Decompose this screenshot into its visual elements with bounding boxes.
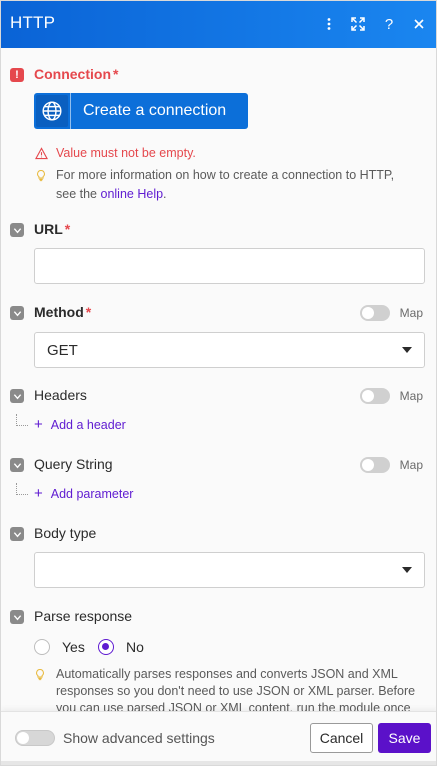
url-input[interactable] <box>34 248 425 284</box>
connection-error-message: Value must not be empty. <box>34 146 196 160</box>
plus-icon: + <box>34 485 43 502</box>
parse-response-collapse-icon[interactable] <box>10 610 24 624</box>
body-type-select[interactable] <box>34 552 425 588</box>
globe-icon <box>42 101 62 121</box>
add-header-button[interactable]: + Add a header <box>34 417 126 432</box>
map-toggle-switch[interactable] <box>359 457 390 473</box>
close-icon[interactable] <box>409 14 429 34</box>
horizontal-scrollbar[interactable] <box>1 761 436 765</box>
headers-collapse-icon[interactable] <box>10 389 24 403</box>
advanced-toggle-switch[interactable] <box>15 730 55 746</box>
query-string-collapse-icon[interactable] <box>10 458 24 472</box>
module-settings-panel: HTTP ? ! Connection * Create a connection <box>0 0 437 766</box>
method-label: Method * <box>34 304 92 320</box>
more-vertical-icon[interactable] <box>319 14 339 34</box>
radio-yes[interactable]: Yes <box>34 639 85 655</box>
plus-icon: + <box>34 416 43 433</box>
connection-hint: For more information on how to create a … <box>34 166 414 204</box>
lightbulb-icon <box>34 666 48 712</box>
map-toggle-switch[interactable] <box>359 388 390 404</box>
tree-connector <box>16 414 28 426</box>
body-type-label: Body type <box>34 525 97 541</box>
method-collapse-icon[interactable] <box>10 306 24 320</box>
create-connection-button[interactable]: Create a connection <box>34 93 248 129</box>
url-label: URL * <box>34 221 71 237</box>
panel-title: HTTP <box>10 13 56 32</box>
error-indicator-icon: ! <box>10 68 24 82</box>
globe-icon-box <box>34 93 71 129</box>
save-button[interactable]: Save <box>378 723 431 753</box>
dropdown-caret-icon <box>402 567 412 573</box>
advanced-settings-toggle[interactable]: Show advanced settings <box>15 730 215 746</box>
dropdown-caret-icon <box>402 347 412 353</box>
expand-icon[interactable] <box>348 14 368 34</box>
radio-circle-selected[interactable] <box>98 639 114 655</box>
lightbulb-icon <box>34 168 48 182</box>
create-connection-label: Create a connection <box>83 102 227 119</box>
add-parameter-button[interactable]: + Add parameter <box>34 486 133 501</box>
map-toggle-switch[interactable] <box>359 305 390 321</box>
parse-response-description: Automatically parses responses and conve… <box>34 666 424 712</box>
body-type-collapse-icon[interactable] <box>10 527 24 541</box>
cancel-button[interactable]: Cancel <box>310 723 373 753</box>
headers-label: Headers <box>34 387 87 403</box>
parse-response-label: Parse response <box>34 608 133 624</box>
warning-icon <box>34 146 48 160</box>
help-icon[interactable]: ? <box>379 14 399 34</box>
query-string-label: Query String <box>34 456 113 472</box>
radio-no[interactable]: No <box>98 639 144 655</box>
headers-map-toggle[interactable]: Map <box>359 388 423 404</box>
connection-label: Connection * <box>34 66 119 82</box>
panel-footer: Show advanced settings Cancel Save <box>1 711 436 765</box>
url-collapse-icon[interactable] <box>10 223 24 237</box>
method-map-toggle[interactable]: Map <box>359 305 423 321</box>
radio-circle[interactable] <box>34 639 50 655</box>
query-string-map-toggle[interactable]: Map <box>359 457 423 473</box>
method-select[interactable]: GET <box>34 332 425 368</box>
online-help-link[interactable]: online Help <box>101 187 164 201</box>
panel-header: HTTP ? <box>1 1 436 48</box>
tree-connector <box>16 483 28 495</box>
